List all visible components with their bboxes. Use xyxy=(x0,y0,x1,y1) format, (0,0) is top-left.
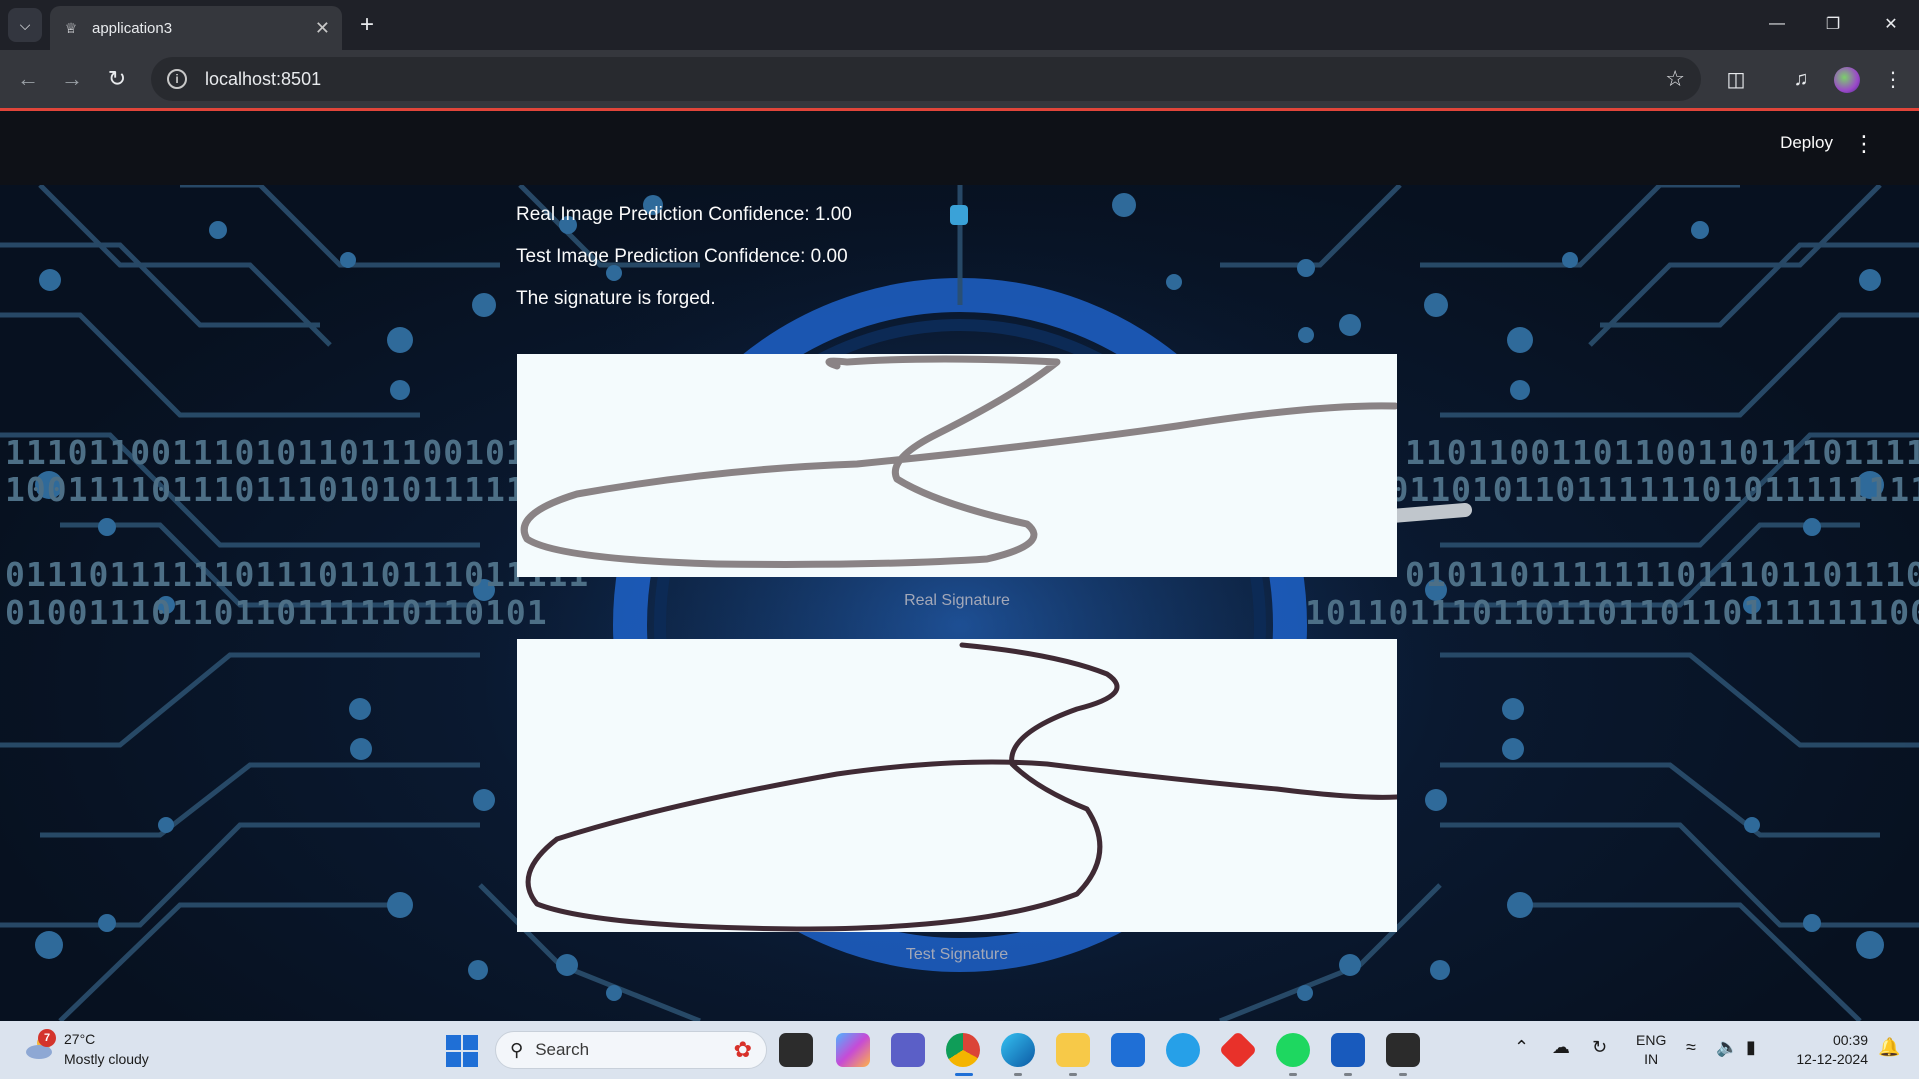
real-signature-image xyxy=(517,354,1399,577)
binary-text-right-4: 101101110110110110110111111100 xyxy=(1305,593,1919,632)
language-code: ENG xyxy=(1636,1032,1667,1048)
streamlit-header: Deploy ⋮ xyxy=(0,111,1919,185)
back-button[interactable]: ← xyxy=(11,62,45,96)
weather-badge: 7 xyxy=(38,1029,56,1047)
reload-button[interactable]: ↻ xyxy=(100,62,134,96)
binary-text-left-3: 0111011111101110110111011111 xyxy=(5,555,590,594)
site-info-icon[interactable]: i xyxy=(167,69,187,89)
language-indicator[interactable]: ENG IN xyxy=(1636,1031,1666,1069)
real-confidence-text: Real Image Prediction Confidence: 1.00 xyxy=(516,204,852,225)
media-controls-icon[interactable]: ♫ xyxy=(1784,62,1818,96)
search-placeholder: Search xyxy=(535,1040,590,1059)
test-signature-stroke xyxy=(525,642,1400,932)
region-code: IN xyxy=(1644,1051,1659,1067)
extensions-icon[interactable]: ◫ xyxy=(1719,62,1753,96)
browser-toolbar: ← → ↻ i localhost:8501 ☆ ◫ ♫ ⋮ xyxy=(0,50,1919,108)
tab-title: application3 xyxy=(92,19,173,37)
address-bar[interactable]: i localhost:8501 ☆ xyxy=(151,57,1701,101)
tab-search-button[interactable]: ⌵ xyxy=(8,8,42,42)
browser-tab-strip: ⌵ ♕ application3 ✕ + — ❐ ✕ xyxy=(0,0,1919,50)
teams-icon[interactable] xyxy=(891,1033,925,1067)
windows-start-icon[interactable] xyxy=(446,1035,478,1067)
real-signature-caption: Real Signature xyxy=(904,592,1010,609)
binary-text-right-1: 11011001101100110111011111101 xyxy=(1405,433,1919,472)
binary-text-left-1: 1110110011101011011100101 xyxy=(5,433,527,472)
chevron-up-icon[interactable]: ⌃ xyxy=(1514,1037,1529,1058)
edge-icon[interactable] xyxy=(1001,1033,1035,1067)
file-explorer-icon[interactable] xyxy=(1056,1033,1090,1067)
binary-text-left-4: 01001110110110111110110101 xyxy=(5,593,548,632)
chrome-active-indicator xyxy=(955,1073,973,1076)
spotify-running-indicator xyxy=(1289,1073,1297,1076)
wifi-icon[interactable]: ≈ xyxy=(1686,1037,1696,1058)
terminal-running-indicator xyxy=(1399,1073,1407,1076)
close-window-button[interactable]: ✕ xyxy=(1871,8,1911,40)
new-tab-button[interactable]: + xyxy=(352,10,382,40)
binary-text-right-2: 011101101011011111101011111111 xyxy=(1305,470,1919,509)
deploy-button[interactable]: Deploy xyxy=(1780,133,1833,153)
bookmark-star-icon[interactable]: ☆ xyxy=(1665,66,1685,92)
browser-tab-active[interactable]: ♕ application3 ✕ xyxy=(50,6,342,50)
taskbar: 7 27°C Mostly cloudy ⚲ Search ✿ ⌃ ☁ ↻ EN… xyxy=(0,1021,1919,1079)
app-main: 1110110011101011011100101 10011110111011… xyxy=(0,185,1919,1021)
clock-time: 00:39 xyxy=(1832,1032,1868,1048)
profile-avatar[interactable] xyxy=(1834,67,1860,93)
poinsettia-icon: ✿ xyxy=(733,1037,752,1062)
forward-button[interactable]: → xyxy=(55,62,89,96)
kebab-menu-icon[interactable]: ⋮ xyxy=(1853,131,1875,157)
explorer-running-indicator xyxy=(1069,1073,1077,1076)
word-icon[interactable] xyxy=(1331,1033,1365,1067)
chrome-icon[interactable] xyxy=(946,1033,980,1067)
weather-condition-text[interactable]: Mostly cloudy xyxy=(64,1051,149,1067)
binary-text-left-2: 1001111011101110101011111001 xyxy=(5,470,590,509)
url-text: localhost:8501 xyxy=(205,68,322,89)
verdict-text: The signature is forged. xyxy=(516,288,716,309)
terminal-icon[interactable] xyxy=(1386,1033,1420,1067)
real-signature-stroke xyxy=(520,355,1399,568)
clock-date: 12-12-2024 xyxy=(1796,1051,1868,1067)
clock[interactable]: 00:39 12-12-2024 xyxy=(1788,1031,1868,1069)
microsoft-store-icon[interactable] xyxy=(1111,1033,1145,1067)
app-diamond-icon[interactable] xyxy=(1218,1030,1258,1070)
test-confidence-text: Test Image Prediction Confidence: 0.00 xyxy=(516,246,848,267)
task-view-icon[interactable] xyxy=(779,1033,813,1067)
sync-icon[interactable]: ↻ xyxy=(1592,1037,1607,1058)
volume-icon[interactable]: 🔈 xyxy=(1716,1037,1738,1058)
chevron-down-icon: ⌵ xyxy=(19,16,31,33)
binary-text-right-3: 0101101111111011101101110111 xyxy=(1405,555,1919,594)
edge-running-indicator xyxy=(1014,1073,1022,1076)
crown-icon: ♕ xyxy=(64,19,78,36)
copilot-icon[interactable] xyxy=(836,1033,870,1067)
word-running-indicator xyxy=(1344,1073,1352,1076)
restore-button[interactable]: ❐ xyxy=(1813,8,1853,40)
test-signature-caption: Test Signature xyxy=(905,946,1009,963)
test-signature-image xyxy=(517,639,1400,932)
notification-bell-icon[interactable]: 🔔 xyxy=(1878,1037,1900,1058)
temperature-text[interactable]: 27°C xyxy=(64,1031,95,1047)
browser-menu-icon[interactable]: ⋮ xyxy=(1876,62,1910,96)
spotify-icon[interactable] xyxy=(1276,1033,1310,1067)
help-icon[interactable] xyxy=(1166,1033,1200,1067)
search-icon: ⚲ xyxy=(510,1039,524,1060)
screen: ⌵ ♕ application3 ✕ + — ❐ ✕ ← → ↻ i local… xyxy=(0,0,1919,1079)
cloud-offline-icon[interactable]: ☁ xyxy=(1552,1037,1570,1058)
battery-icon[interactable]: ▮ xyxy=(1746,1037,1756,1058)
close-tab-icon[interactable]: ✕ xyxy=(315,18,330,39)
taskbar-search-box[interactable]: ⚲ Search ✿ xyxy=(495,1031,767,1069)
minimize-button[interactable]: — xyxy=(1757,8,1797,40)
